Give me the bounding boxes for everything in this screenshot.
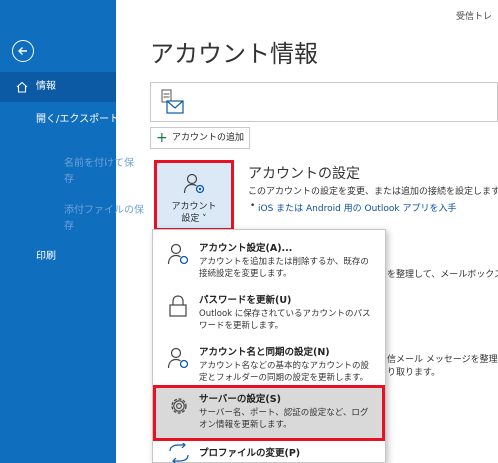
menu-item-desc: 接続設定を変更します。 bbox=[199, 269, 292, 279]
sidebar-item-label: 情報 bbox=[36, 81, 56, 92]
backstage-sidebar: 情報 開く/エクスポート 名前を付けて保 存 添付ファイルの保 存 印刷 bbox=[0, 0, 144, 463]
home-icon bbox=[16, 81, 28, 93]
section-description: このアカウントの設定を変更、または追加の接続を設定します。 bbox=[248, 187, 498, 197]
menu-item-desc: ワードを更新します。 bbox=[199, 321, 284, 331]
account-settings-button[interactable]: アカウント 設定 ˅ bbox=[154, 160, 234, 231]
gear-icon bbox=[171, 398, 187, 414]
add-account-label: アカウントの追加 bbox=[172, 133, 245, 143]
account-selector[interactable] bbox=[150, 82, 498, 122]
background-text: 信メール メッセージを整理し bbox=[387, 355, 498, 365]
menu-item-desc: アカウント名などの基本的なアカウントの設 bbox=[199, 361, 370, 371]
background-text: を整理して、メールボックスの bbox=[387, 270, 498, 280]
sidebar-item-label: 名前を付けて保 bbox=[64, 158, 134, 169]
section-title: アカウントの設定 bbox=[248, 166, 360, 182]
sidebar-item-save-as: 名前を付けて保 bbox=[0, 156, 134, 172]
sidebar-item-label: 添付ファイルの保 bbox=[64, 205, 144, 216]
mailbox-icon bbox=[161, 89, 184, 114]
menu-item-server-settings[interactable]: サーバーの設定(S) サーバー名、ポート、認証の設定など、ログ オン情報を更新し… bbox=[153, 385, 385, 441]
menu-item-title: パスワードを更新(U) bbox=[199, 295, 292, 306]
menu-item-desc: サーバー名、ポート、認証の設定など、ログ bbox=[199, 408, 369, 418]
menu-item-title: プロファイルの変更(P) bbox=[199, 448, 301, 459]
sidebar-item-label: 存 bbox=[64, 221, 74, 232]
title-bar: 受信トレ bbox=[116, 0, 498, 30]
menu-item-desc: Outlook に保存されているアカウントのパス bbox=[199, 309, 371, 319]
sidebar-item-save-attachments-cont: 存 bbox=[0, 219, 116, 235]
menu-item-desc: オン情報を更新します。 bbox=[199, 420, 292, 430]
sidebar-item-label: 開く/エクスポート bbox=[36, 114, 120, 125]
tile-label-line2: 設定 ˅ bbox=[181, 214, 207, 224]
get-mobile-app-link[interactable]: • iOS または Android 用の Outlook アプリを入手 bbox=[250, 201, 457, 214]
menu-item-account-settings[interactable]: アカウント設定(A)... アカウントを追加または削除するか、既存の 接続設定を… bbox=[153, 234, 385, 290]
background-text: り取ります。 bbox=[387, 368, 441, 378]
back-button[interactable] bbox=[12, 40, 34, 62]
account-settings-menu: アカウント設定(A)... アカウントを追加または削除するか、既存の 接続設定を… bbox=[152, 229, 386, 463]
sidebar-item-label: 存 bbox=[64, 174, 74, 185]
back-arrow-icon bbox=[18, 47, 27, 55]
sidebar-item-label: 印刷 bbox=[36, 251, 56, 262]
menu-item-desc: アカウントを追加または削除するか、既存の bbox=[199, 257, 369, 267]
sidebar-item-save-as-cont: 存 bbox=[0, 172, 116, 188]
account-settings-icon bbox=[183, 173, 205, 194]
bullet: • bbox=[250, 201, 256, 211]
link-text: iOS または Android 用の Outlook アプリを入手 bbox=[258, 204, 457, 214]
menu-item-title: アカウント設定(A)... bbox=[199, 243, 293, 254]
lock-icon bbox=[169, 295, 187, 317]
sidebar-item-save-attachments: 添付ファイルの保 bbox=[0, 203, 144, 219]
menu-item-title: アカウント名と同期の設定(N) bbox=[199, 347, 330, 358]
menu-item-desc: 定とフォルダーの同期の設定を更新します。 bbox=[199, 373, 369, 383]
account-sync-icon bbox=[167, 347, 189, 369]
page-title: アカウント情報 bbox=[150, 40, 318, 68]
menu-item-change-profile[interactable]: プロファイルの変更(P) bbox=[153, 439, 385, 463]
add-account-button[interactable]: + アカウントの追加 bbox=[150, 127, 250, 149]
account-settings-icon bbox=[167, 243, 189, 265]
profile-swap-icon bbox=[169, 443, 189, 463]
menu-item-update-password[interactable]: パスワードを更新(U) Outlook に保存されているアカウントのパス ワード… bbox=[153, 286, 385, 342]
window-title: 受信トレ bbox=[455, 12, 492, 22]
sidebar-item-print[interactable]: 印刷 bbox=[0, 242, 116, 272]
sidebar-item-info[interactable]: 情報 bbox=[0, 72, 116, 102]
plus-icon: + bbox=[156, 130, 168, 146]
menu-item-title: サーバーの設定(S) bbox=[199, 394, 281, 405]
sidebar-item-open-export[interactable]: 開く/エクスポート bbox=[0, 105, 120, 135]
